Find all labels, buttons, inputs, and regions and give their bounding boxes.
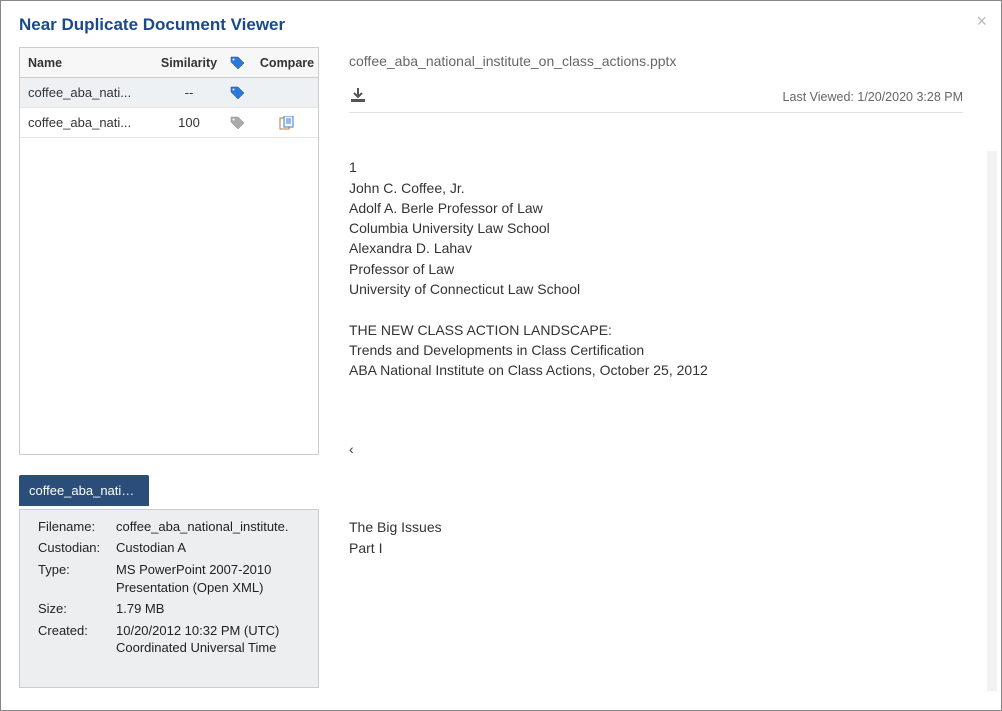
cell-compare[interactable]: [256, 115, 318, 131]
table-row[interactable]: coffee_aba_nati... --: [20, 78, 318, 108]
meta-value: Custodian A: [116, 539, 310, 557]
document-toolbar: Last Viewed: 1/20/2020 3:28 PM: [349, 87, 963, 113]
content-block-1: 1 John C. Coffee, Jr. Adolf A. Berle Pro…: [349, 157, 963, 380]
cell-name: coffee_aba_nati...: [20, 85, 158, 100]
cell-name: coffee_aba_nati...: [20, 115, 158, 130]
document-view: coffee_aba_national_institute_on_class_a…: [349, 47, 983, 688]
col-header-compare[interactable]: Compare: [256, 56, 318, 70]
col-header-tag[interactable]: [220, 55, 256, 70]
viewer-window: × Near Duplicate Document Viewer Name Si…: [0, 0, 1002, 711]
content-marker: ‹: [349, 439, 963, 459]
window-title: Near Duplicate Document Viewer: [19, 15, 983, 35]
tag-icon: [230, 55, 246, 69]
scrollbar[interactable]: [987, 151, 997, 691]
meta-label: Size:: [38, 600, 116, 618]
document-title: coffee_aba_national_institute_on_class_a…: [349, 53, 963, 69]
metadata-tab[interactable]: coffee_aba_natio...: [19, 475, 149, 506]
cell-tag[interactable]: [220, 85, 256, 101]
left-panel: Name Similarity Compare coffee_aba_nati.…: [19, 47, 319, 688]
meta-value: MS PowerPoint 2007-2010 Presentation (Op…: [116, 561, 310, 596]
metadata-tabbar: coffee_aba_natio...: [19, 475, 319, 509]
meta-value: coffee_aba_national_institute.: [116, 518, 310, 536]
content-block-2: The Big Issues Part I: [349, 517, 963, 558]
table-header: Name Similarity Compare: [20, 48, 318, 78]
tag-icon: [230, 115, 246, 130]
meta-value: 1.79 MB: [116, 600, 310, 618]
document-content[interactable]: 1 John C. Coffee, Jr. Adolf A. Berle Pro…: [349, 137, 963, 688]
meta-label: Type:: [38, 561, 116, 596]
duplicates-table: Name Similarity Compare coffee_aba_nati.…: [19, 47, 319, 455]
meta-row-filename: Filename: coffee_aba_national_institute.: [38, 518, 310, 536]
download-icon[interactable]: [349, 87, 367, 106]
meta-label: Custodian:: [38, 539, 116, 557]
compare-icon: [279, 115, 295, 130]
last-viewed-label: Last Viewed: 1/20/2020 3:28 PM: [783, 90, 963, 104]
meta-label: Filename:: [38, 518, 116, 536]
col-header-similarity[interactable]: Similarity: [158, 56, 220, 70]
tag-icon: [230, 85, 246, 100]
cell-similarity: --: [158, 85, 220, 100]
meta-row-size: Size: 1.79 MB: [38, 600, 310, 618]
meta-row-created: Created: 10/20/2012 10:32 PM (UTC) Coord…: [38, 622, 310, 657]
metadata-panel: Filename: coffee_aba_national_institute.…: [19, 509, 319, 688]
col-header-name[interactable]: Name: [20, 56, 158, 70]
table-row[interactable]: coffee_aba_nati... 100: [20, 108, 318, 138]
meta-value: 10/20/2012 10:32 PM (UTC) Coordinated Un…: [116, 622, 310, 657]
meta-label: Created:: [38, 622, 116, 657]
cell-similarity: 100: [158, 115, 220, 130]
main-layout: Name Similarity Compare coffee_aba_nati.…: [19, 47, 983, 688]
meta-row-custodian: Custodian: Custodian A: [38, 539, 310, 557]
cell-tag[interactable]: [220, 115, 256, 131]
close-icon[interactable]: ×: [976, 11, 987, 32]
meta-row-type: Type: MS PowerPoint 2007-2010 Presentati…: [38, 561, 310, 596]
